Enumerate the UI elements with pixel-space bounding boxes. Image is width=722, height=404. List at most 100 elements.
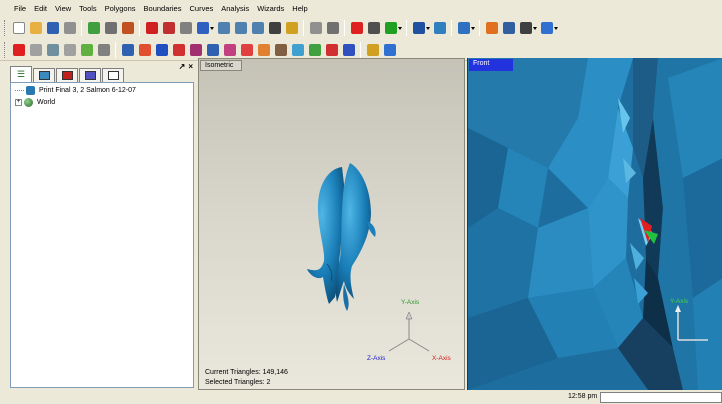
layers-stack-button[interactable] (365, 42, 380, 57)
pyramid-button[interactable] (307, 42, 322, 57)
toolbar-separator (479, 20, 480, 36)
gear-button[interactable] (178, 21, 193, 36)
close-icon[interactable]: × (188, 62, 193, 71)
record-icon (350, 22, 363, 34)
grid-button[interactable] (325, 21, 340, 36)
zoom-in-button[interactable] (216, 21, 231, 36)
toolbar-grip[interactable] (4, 20, 7, 36)
tab-material[interactable] (56, 68, 78, 82)
main-toolbar (0, 17, 722, 39)
front-viewport[interactable]: Front Y-Axis (467, 58, 722, 390)
zoom-out-button[interactable] (233, 21, 248, 36)
fill-icon (121, 43, 134, 56)
z-axis-label: Z-Axis (367, 355, 386, 362)
fill-holes-button[interactable] (324, 42, 339, 57)
box-button[interactable] (432, 21, 447, 36)
world-icon (24, 98, 33, 107)
menu-help[interactable]: Help (288, 0, 311, 17)
print-button[interactable] (62, 21, 77, 36)
fill-button[interactable] (120, 42, 135, 57)
sculpt-button[interactable] (222, 42, 237, 57)
menu-analysis[interactable]: Analysis (217, 0, 253, 17)
play-button[interactable] (383, 21, 402, 36)
target-alt-button[interactable] (161, 21, 176, 36)
decimate-button[interactable] (256, 42, 271, 57)
rotate-icon (196, 22, 209, 34)
edit-mesh-icon (189, 43, 202, 56)
stop-button[interactable] (366, 21, 381, 36)
brush-icon (309, 22, 322, 34)
tools-button[interactable] (96, 42, 111, 57)
rotate-button[interactable] (195, 21, 214, 36)
shell-button[interactable] (341, 42, 356, 57)
shapes-button[interactable] (79, 42, 94, 57)
layers-button[interactable] (120, 21, 135, 36)
menu-tools[interactable]: Tools (75, 0, 101, 17)
target-button[interactable] (144, 21, 159, 36)
fill-holes-icon (325, 43, 338, 56)
tab-tree[interactable]: ☰ (10, 66, 32, 82)
decimate-icon (257, 43, 270, 56)
sphere-button[interactable] (154, 42, 169, 57)
globe-button[interactable] (45, 42, 60, 57)
tab-layers[interactable] (79, 68, 101, 82)
rect-select-button[interactable] (518, 21, 537, 36)
camera-button[interactable] (267, 21, 282, 36)
tab-display[interactable] (33, 68, 55, 82)
tree-item-label: Print Final 3, 2 Salmon 6-12-07 (39, 87, 136, 94)
menu-view[interactable]: View (51, 0, 75, 17)
save-button[interactable] (45, 21, 60, 36)
surface-button[interactable] (137, 42, 152, 57)
cone-button[interactable] (290, 42, 305, 57)
y-axis-label: Y-Axis (401, 299, 420, 306)
expand-icon[interactable]: + (15, 99, 22, 106)
delete-button[interactable] (11, 42, 26, 57)
move-icon (29, 43, 42, 56)
zoom-fit-button[interactable] (250, 21, 265, 36)
selected-triangles: Selected Triangles: 2 (205, 379, 271, 386)
cube-button[interactable] (103, 21, 118, 36)
sculpt-icon (223, 43, 236, 56)
open-folder-button[interactable] (28, 21, 43, 36)
y-axis-label: Y-Axis (670, 298, 689, 305)
points-button[interactable] (86, 21, 101, 36)
torus-icon (172, 43, 185, 56)
move-button[interactable] (28, 42, 43, 57)
magic-button[interactable] (539, 21, 558, 36)
window-button[interactable] (456, 21, 475, 36)
record-button[interactable] (349, 21, 364, 36)
menu-wizards[interactable]: Wizards (253, 0, 288, 17)
offset-icon (274, 43, 287, 56)
menu-edit[interactable]: Edit (30, 0, 51, 17)
mesh-object-icon (26, 86, 35, 95)
display-icon (38, 71, 50, 80)
status-bar: 12:58 pm (0, 392, 722, 404)
pencil-button[interactable] (284, 21, 299, 36)
tree-item-model[interactable]: Print Final 3, 2 Salmon 6-12-07 (15, 85, 136, 96)
isometric-viewport[interactable]: Isometric Y-Axis Z-Axis X-Axis Current T… (198, 58, 465, 390)
torus-button[interactable] (171, 42, 186, 57)
toolbar-grip[interactable] (4, 41, 7, 58)
relax-button[interactable] (239, 42, 254, 57)
tree-item-world[interactable]: + World (15, 97, 55, 108)
toolbar-separator (139, 20, 140, 36)
new-file-icon (12, 22, 25, 34)
cone-icon (291, 43, 304, 56)
menu-boundaries[interactable]: Boundaries (140, 0, 186, 17)
lasso-button[interactable] (501, 21, 516, 36)
wave-button[interactable] (382, 42, 397, 57)
menu-curves[interactable]: Curves (185, 0, 217, 17)
smooth-button[interactable] (205, 42, 220, 57)
gradient-button[interactable] (411, 21, 430, 36)
offset-button[interactable] (273, 42, 288, 57)
edit-mesh-button[interactable] (188, 42, 203, 57)
select-button[interactable] (484, 21, 499, 36)
new-file-button[interactable] (11, 21, 26, 36)
pin-icon[interactable]: ↗ (179, 62, 186, 71)
mesh-button[interactable] (62, 42, 77, 57)
tab-table[interactable] (102, 68, 124, 82)
pencil-icon (285, 22, 298, 34)
menu-file[interactable]: File (10, 0, 30, 17)
menu-polygons[interactable]: Polygons (101, 0, 140, 17)
brush-button[interactable] (308, 21, 323, 36)
